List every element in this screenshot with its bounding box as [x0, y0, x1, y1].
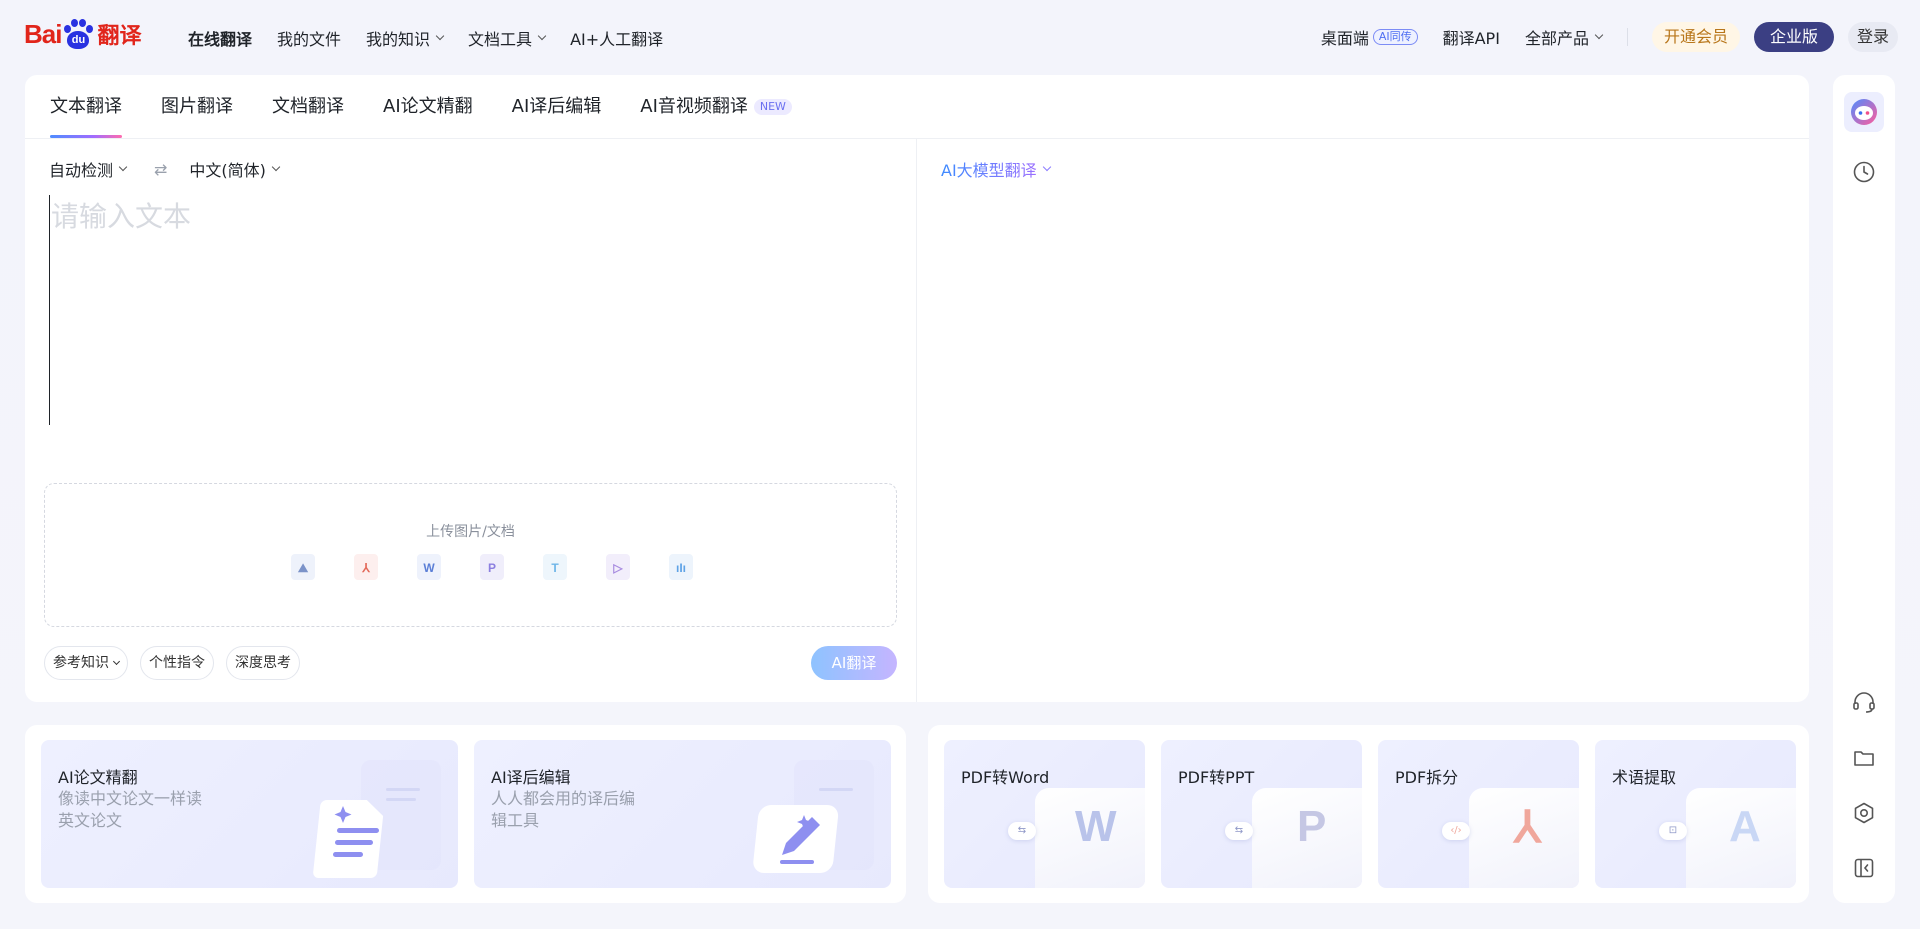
split-code-icon: ‹/›	[1442, 822, 1470, 840]
document-sparkle-icon	[313, 760, 441, 878]
audio-file-icon[interactable]: ıIı	[669, 554, 693, 580]
new-badge: NEW	[753, 98, 792, 115]
baidu-translate-logo[interactable]: Bai du 翻译	[24, 16, 141, 52]
nav-doc-tools[interactable]: 文档工具	[468, 26, 547, 50]
convert-arrows-icon: ⇆	[1225, 822, 1253, 840]
swap-languages-icon[interactable]: ⇄	[154, 160, 167, 179]
nav-my-knowledge[interactable]: 我的知识	[366, 26, 445, 50]
divider	[916, 139, 917, 702]
card-description: 人人都会用的译后编辑工具	[491, 789, 636, 830]
divider	[1626, 28, 1628, 46]
card-title: PDF转Word	[961, 768, 1050, 787]
upload-title: 上传图片/文档	[426, 524, 515, 540]
file-type-icons: ⛰ ⅄ W P T ▷ ıIı	[291, 554, 732, 580]
chevron-down-icon	[537, 31, 547, 41]
edit-pen-icon	[753, 760, 874, 873]
tab-text-translate[interactable]: 文本翻译	[50, 75, 122, 138]
translate-panel: 文本翻译 图片翻译 文档翻译 AI论文精翻 AI译后编辑 AI音视频翻译 NEW…	[25, 75, 1809, 702]
assistant-avatar-icon[interactable]	[1844, 92, 1884, 132]
tab-ai-post-edit[interactable]: AI译后编辑	[512, 75, 602, 138]
card-title: 术语提取	[1612, 768, 1677, 787]
tab-ai-paper-translate[interactable]: AI论文精翻	[383, 75, 473, 138]
term-letter-icon: A	[1729, 802, 1761, 851]
card-description: 像读中文论文一样读英文论文	[58, 789, 203, 830]
chevron-down-icon	[118, 162, 128, 172]
target-language-select[interactable]: 中文(简体)	[189, 157, 281, 181]
folder-icon[interactable]	[1848, 742, 1880, 774]
translate-tabs: 文本翻译 图片翻译 文档翻译 AI论文精翻 AI译后编辑 AI音视频翻译 NEW	[50, 75, 831, 138]
header-right: 桌面端 AI同传 翻译API 全部产品 开通会员 企业版 登录	[1321, 22, 1898, 52]
nav-my-files[interactable]: 我的文件	[277, 26, 341, 50]
ai-translate-button[interactable]: AI翻译	[811, 646, 897, 680]
feature-cards-left: AI论文精翻 像读中文论文一样读英文论文 AI译后编辑 人人都会用的译后编辑工具	[25, 725, 906, 903]
ai-post-edit-card[interactable]: AI译后编辑 人人都会用的译后编辑工具	[474, 740, 891, 888]
ai-paper-translate-card[interactable]: AI论文精翻 像读中文论文一样读英文论文	[41, 740, 458, 888]
ppt-letter-icon: P	[1297, 802, 1327, 851]
deep-thinking-chip[interactable]: 深度思考	[226, 646, 300, 680]
card-title: PDF拆分	[1395, 768, 1459, 787]
tab-ai-av-translate[interactable]: AI音视频翻译 NEW	[640, 75, 792, 138]
pdf-file-icon[interactable]: ⅄	[354, 554, 378, 580]
word-letter-icon: W	[1075, 802, 1117, 851]
settings-hexagon-icon[interactable]	[1848, 797, 1880, 829]
chevron-down-icon	[435, 31, 445, 41]
chevron-down-icon	[271, 162, 281, 172]
chevron-down-icon	[1594, 30, 1604, 40]
desktop-app-link[interactable]: 桌面端 AI同传	[1321, 25, 1418, 49]
convert-arrows-icon: ⇆	[1008, 822, 1036, 840]
customer-service-headset-icon[interactable]	[1848, 687, 1880, 719]
open-vip-button[interactable]: 开通会员	[1651, 22, 1740, 52]
language-bar: 自动检测 ⇄ 中文(简体)	[49, 157, 281, 181]
login-button[interactable]: 登录	[1847, 22, 1898, 52]
ai-interpret-badge: AI同传	[1372, 29, 1418, 45]
image-file-icon[interactable]: ⛰	[291, 554, 315, 580]
pdf-to-ppt-card[interactable]: PDF转PPT ⇆ P	[1161, 740, 1362, 888]
source-text-input[interactable]	[49, 195, 889, 425]
paw-logo-icon: du	[62, 19, 94, 49]
nav-ai-human-translate[interactable]: AI+人工翻译	[570, 26, 663, 50]
nav-online-translate[interactable]: 在线翻译	[188, 26, 252, 50]
pdf-logo-icon: ⅄	[1514, 803, 1541, 852]
history-clock-icon[interactable]	[1848, 156, 1880, 188]
custom-instruction-chip[interactable]: 个性指令	[140, 646, 214, 680]
pdf-to-word-card[interactable]: PDF转Word ⇆ W	[944, 740, 1145, 888]
top-header: Bai du 翻译 在线翻译 我的文件 我的知识 文档工具 AI+人工翻译 桌面…	[0, 0, 1920, 76]
video-file-icon[interactable]: ▷	[606, 554, 630, 580]
word-file-icon[interactable]: W	[417, 554, 441, 580]
tab-document-translate[interactable]: 文档翻译	[272, 75, 344, 138]
ai-model-select[interactable]: AI大模型翻译	[941, 157, 1051, 181]
all-products-menu[interactable]: 全部产品	[1525, 25, 1604, 49]
txt-file-icon[interactable]: T	[543, 554, 567, 580]
translate-api-link[interactable]: 翻译API	[1443, 25, 1500, 49]
upload-dropzone[interactable]: 上传图片/文档 ⛰ ⅄ W P T ▷ ıIı	[44, 483, 897, 627]
logo-bai-text: Bai	[24, 18, 62, 49]
main-nav: 在线翻译 我的文件 我的知识 文档工具 AI+人工翻译	[188, 26, 688, 50]
ppt-file-icon[interactable]: P	[480, 554, 504, 580]
term-extraction-card[interactable]: 术语提取 ⊡ A	[1595, 740, 1796, 888]
enterprise-button[interactable]: 企业版	[1753, 22, 1834, 52]
extract-icon: ⊡	[1659, 822, 1687, 840]
feature-cards-right: PDF转Word ⇆ W PDF转PPT ⇆ P PDF拆分 ‹/› ⅄ 术语提…	[928, 725, 1809, 903]
divider	[25, 138, 1809, 139]
chevron-down-icon	[112, 657, 121, 665]
logo-translate-text: 翻译	[97, 23, 142, 48]
tab-image-translate[interactable]: 图片翻译	[161, 75, 233, 138]
right-sidebar	[1833, 75, 1895, 903]
option-chips: 参考知识 个性指令 深度思考	[44, 646, 312, 680]
card-title: AI译后编辑	[491, 768, 571, 787]
pdf-split-card[interactable]: PDF拆分 ‹/› ⅄	[1378, 740, 1579, 888]
chevron-down-icon	[1042, 162, 1051, 172]
card-title: AI论文精翻	[58, 768, 138, 787]
reference-knowledge-chip[interactable]: 参考知识	[44, 646, 128, 680]
collapse-panel-icon[interactable]	[1848, 852, 1880, 884]
card-title: PDF转PPT	[1178, 768, 1255, 787]
source-language-select[interactable]: 自动检测	[49, 157, 128, 181]
